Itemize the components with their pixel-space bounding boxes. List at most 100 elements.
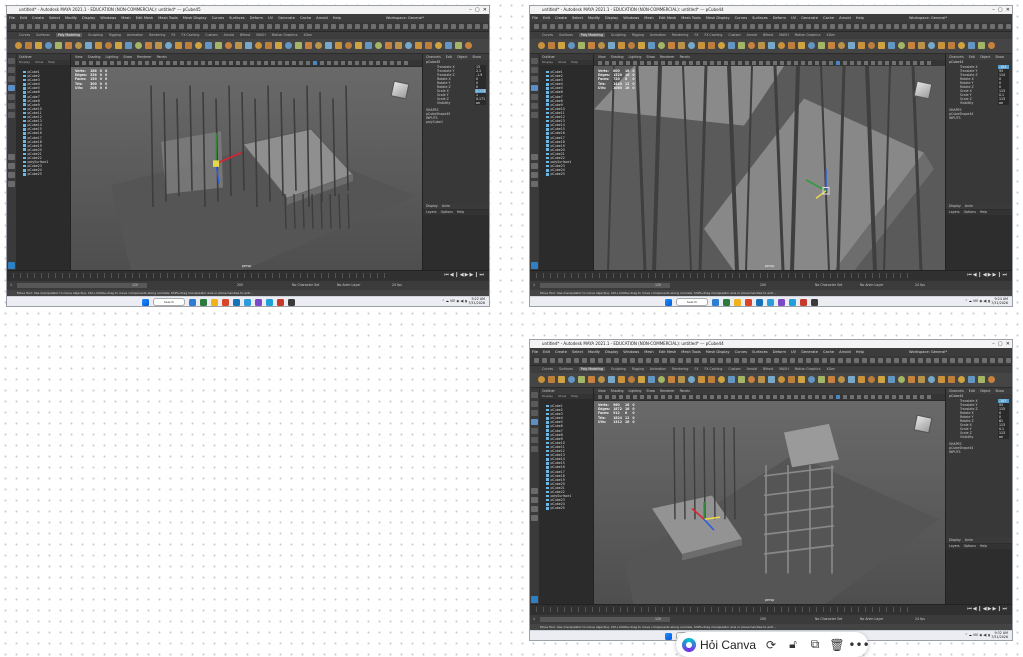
shelf-tab-arnold[interactable]: Arnold	[747, 33, 757, 37]
range-start[interactable]: 1	[533, 615, 535, 624]
status-line-icon[interactable]	[195, 24, 200, 29]
shelf-tool-icon[interactable]	[868, 42, 875, 49]
shelf-tab-curves[interactable]: Curves	[542, 367, 553, 371]
viewport-tool-icon[interactable]	[780, 61, 784, 65]
anim-layer[interactable]: No Anim Layer	[860, 615, 883, 624]
viewport-tool-icon[interactable]	[738, 395, 742, 399]
status-line-icon[interactable]	[339, 24, 344, 29]
viewport-tool-icon[interactable]	[390, 61, 394, 65]
status-line-icon[interactable]	[902, 358, 907, 363]
menu-arnold[interactable]: Arnold	[839, 16, 851, 20]
viewport-tool-icon[interactable]	[836, 61, 840, 65]
shelf-tool-icon[interactable]	[658, 376, 665, 383]
status-line-icon[interactable]	[942, 24, 947, 29]
viewport-tool-icon[interactable]	[612, 395, 616, 399]
shelf-tab-curves[interactable]: Curves	[542, 33, 553, 37]
viewport-tool-icon[interactable]	[822, 395, 826, 399]
viewport-tool-icon[interactable]	[376, 61, 380, 65]
shelf-tool-icon[interactable]	[718, 42, 725, 49]
shelf-tool-icon[interactable]	[415, 42, 422, 49]
status-line-icon[interactable]	[990, 358, 995, 363]
outliner-item[interactable]: pCube25	[540, 172, 593, 176]
viewport-menu-view[interactable]: View	[598, 55, 606, 59]
viewport-tool-icon[interactable]	[159, 61, 163, 65]
menu-mesh[interactable]: Mesh	[644, 350, 653, 354]
shelf-tab-fx-caching[interactable]: FX Caching	[181, 33, 199, 37]
viewport-tool-icon[interactable]	[906, 395, 910, 399]
viewport-tool-icon[interactable]	[836, 395, 840, 399]
shelf-tool-icon[interactable]	[788, 42, 795, 49]
menu-generate[interactable]: Generate	[278, 16, 295, 20]
viewport-tool-icon[interactable]	[647, 395, 651, 399]
viewport-tool-icon[interactable]	[682, 395, 686, 399]
anim-layer[interactable]: No Anim Layer	[860, 281, 883, 290]
shelf-tool-icon[interactable]	[958, 376, 965, 383]
menu-display[interactable]: Display	[605, 16, 618, 20]
channel-menu-show[interactable]: Show	[995, 389, 1004, 393]
status-line-icon[interactable]	[894, 24, 899, 29]
viewport-menu-shading[interactable]: Shading	[611, 389, 624, 393]
windows-start-icon[interactable]	[665, 632, 672, 640]
scale-tool-icon[interactable]	[531, 103, 538, 109]
shelf-tool-icon[interactable]	[848, 42, 855, 49]
status-line-icon[interactable]	[43, 24, 48, 29]
task-view-icon[interactable]	[189, 298, 196, 306]
status-line-icon[interactable]	[542, 24, 547, 29]
viewport-tool-icon[interactable]	[815, 395, 819, 399]
status-line-icon[interactable]	[299, 24, 304, 29]
scene-view[interactable]	[71, 66, 422, 271]
shelf-tool-icon[interactable]	[255, 42, 262, 49]
viewport-tool-icon[interactable]	[738, 61, 742, 65]
shelf-tab-bifrost[interactable]: Bifrost	[763, 33, 773, 37]
status-line-icon[interactable]	[694, 358, 699, 363]
status-line-icon[interactable]	[315, 24, 320, 29]
shelf-tab-fx[interactable]: FX	[694, 33, 698, 37]
paint-select-icon[interactable]	[531, 410, 538, 416]
viewport-tool-icon[interactable]	[899, 395, 903, 399]
status-line-icon[interactable]	[662, 358, 667, 363]
channel-value-field[interactable]: on	[998, 435, 1009, 439]
shelf-tool-icon[interactable]	[465, 42, 472, 49]
shelf-tool-icon[interactable]	[848, 376, 855, 383]
status-line-icon[interactable]	[910, 358, 915, 363]
shelf-tool-icon[interactable]	[355, 42, 362, 49]
viewport-menu-show[interactable]: Show	[646, 55, 655, 59]
shelf-tool-icon[interactable]	[628, 42, 635, 49]
shelf-tool-icon[interactable]	[365, 42, 372, 49]
viewport-tool-icon[interactable]	[243, 61, 247, 65]
viewport-tool-icon[interactable]	[222, 61, 226, 65]
menu-create[interactable]: Create	[32, 16, 44, 20]
shelf-tool-icon[interactable]	[638, 42, 645, 49]
layer-tab-display[interactable]: Display	[949, 204, 961, 208]
window-controls[interactable]: – ▢ ✕	[992, 340, 1010, 348]
shelf-tool-icon[interactable]	[988, 42, 995, 49]
status-line-icon[interactable]	[91, 24, 96, 29]
layout-single-icon[interactable]	[8, 154, 15, 160]
playback-controls[interactable]: ⏮◀❙◀▶▶❙⏭	[967, 272, 1008, 279]
status-line-icon[interactable]	[550, 24, 555, 29]
menu-edit-mesh[interactable]: Edit Mesh	[136, 16, 154, 20]
shelf-tool-icon[interactable]	[305, 42, 312, 49]
store-icon[interactable]	[756, 298, 763, 306]
status-line-icon[interactable]	[974, 358, 979, 363]
viewport-tool-icon[interactable]	[927, 61, 931, 65]
viewport-tool-icon[interactable]	[236, 61, 240, 65]
status-line-icon[interactable]	[790, 24, 795, 29]
status-line-icon[interactable]	[958, 24, 963, 29]
viewport-tool-icon[interactable]	[857, 395, 861, 399]
shelf-tab-rendering[interactable]: Rendering	[672, 367, 688, 371]
viewport-tool-icon[interactable]	[166, 61, 170, 65]
status-line-icon[interactable]	[27, 24, 32, 29]
status-line-icon[interactable]	[734, 24, 739, 29]
menu-modify[interactable]: Modify	[588, 350, 600, 354]
shelf-tool-icon[interactable]	[718, 376, 725, 383]
status-line-icon[interactable]	[483, 24, 488, 29]
status-line-icon[interactable]	[886, 358, 891, 363]
viewport-tool-icon[interactable]	[696, 395, 700, 399]
viewport-tool-icon[interactable]	[131, 61, 135, 65]
viewport-tool-icon[interactable]	[397, 61, 401, 65]
menu-curves[interactable]: Curves	[735, 16, 747, 20]
status-line-icon[interactable]	[966, 24, 971, 29]
status-line-icon[interactable]	[878, 358, 883, 363]
shelf-tool-icon[interactable]	[758, 376, 765, 383]
